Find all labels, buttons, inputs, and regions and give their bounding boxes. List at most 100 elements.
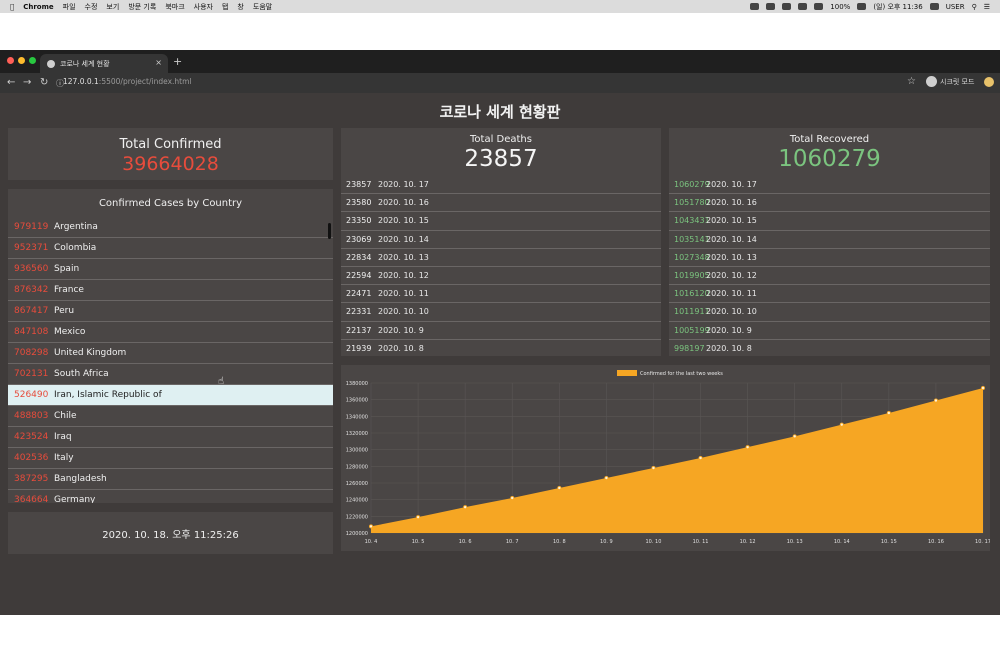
spotlight-icon[interactable]: ⚲ [972, 3, 977, 11]
volume-icon[interactable] [798, 3, 808, 10]
deaths-row-date: 2020. 10. 16 [378, 198, 429, 208]
recovered-row: 1011911 2020. 10. 10 [669, 303, 990, 322]
window-minimize-button[interactable] [18, 57, 25, 64]
menu-item-bookmarks[interactable]: 북마크 [165, 2, 184, 12]
data-point[interactable] [745, 445, 750, 450]
menu-clock[interactable]: (일) 오후 11:36 [873, 2, 922, 12]
y-tick-label: 1340000 [346, 414, 368, 420]
recovered-row-date: 2020. 10. 13 [706, 252, 757, 262]
apple-icon[interactable]:  [10, 3, 14, 11]
status-icon[interactable] [750, 3, 760, 10]
country-row[interactable]: 702131 South Africa [8, 364, 333, 385]
menu-item-edit[interactable]: 수정 [85, 2, 98, 12]
input-source-icon[interactable] [929, 3, 939, 10]
data-point[interactable] [604, 476, 609, 481]
country-row[interactable]: 488803 Chile [8, 406, 333, 427]
recovered-row-count: 1043431 [674, 216, 710, 226]
deaths-row-count: 23069 [346, 234, 372, 244]
menu-item-window[interactable]: 창 [237, 2, 243, 12]
mouse-cursor-icon: ☝ [218, 376, 225, 387]
y-tick-label: 1320000 [346, 431, 368, 437]
recovered-row-date: 2020. 10. 16 [706, 198, 757, 208]
reload-icon[interactable]: ↻ [40, 77, 48, 88]
total-recovered-panel: Total Recovered 1060279 1060279 2020. 10.… [669, 128, 990, 356]
address-bar[interactable]: 127.0.0.1:5500/project/index.html [63, 77, 191, 86]
deaths-row: 22137 2020. 10. 9 [341, 322, 661, 340]
x-tick-label: 10. 16 [928, 539, 944, 545]
data-point[interactable] [651, 466, 656, 471]
wifi-icon[interactable] [814, 3, 824, 10]
country-row[interactable]: 526490 Iran, Islamic Republic of [8, 385, 333, 406]
status-icon[interactable] [782, 3, 792, 10]
data-point[interactable] [933, 398, 938, 403]
deaths-row-count: 23857 [346, 180, 372, 190]
data-point[interactable] [981, 385, 986, 390]
menu-user[interactable]: USER [946, 3, 965, 11]
status-icon[interactable] [766, 3, 776, 10]
country-row[interactable]: 708298 United Kingdom [8, 343, 333, 364]
country-count: 488803 [14, 411, 49, 421]
data-point[interactable] [792, 434, 797, 439]
browser-tab[interactable]: 코로나 세계 현황 × [40, 54, 168, 73]
legend-label[interactable]: Confirmed for the last two weeks [640, 371, 723, 377]
menu-item-tab[interactable]: 탭 [222, 2, 228, 12]
tab-strip: 코로나 세계 현황 × + [0, 50, 1000, 73]
data-point[interactable] [886, 411, 891, 416]
total-confirmed-label: Total Confirmed [119, 137, 222, 152]
data-point[interactable] [698, 456, 703, 461]
scrollbar[interactable] [328, 223, 331, 239]
menu-app-name[interactable]: Chrome [23, 3, 53, 11]
country-row[interactable]: 979119 Argentina [8, 217, 333, 238]
menu-item-history[interactable]: 방문 기록 [128, 2, 156, 12]
deaths-row-count: 22471 [346, 289, 372, 299]
battery-icon[interactable] [857, 3, 867, 10]
menu-item-help[interactable]: 도움말 [253, 2, 272, 12]
country-row[interactable]: 847108 Mexico [8, 322, 333, 343]
data-point[interactable] [368, 524, 373, 529]
data-point[interactable] [416, 515, 421, 520]
globe-icon [47, 59, 55, 68]
window-close-button[interactable] [7, 57, 14, 64]
tab-close-icon[interactable]: × [155, 58, 162, 67]
country-count: 979119 [14, 222, 49, 232]
menu-item-profiles[interactable]: 사용자 [194, 2, 213, 12]
deaths-row-count: 21939 [346, 343, 372, 353]
new-tab-button[interactable]: + [173, 55, 182, 68]
back-arrow-icon[interactable]: ← [7, 77, 15, 88]
data-point[interactable] [510, 495, 515, 500]
country-name: Argentina [54, 222, 98, 232]
country-count: 876342 [14, 285, 49, 295]
country-name: Peru [54, 306, 75, 316]
country-count: 952371 [14, 243, 49, 253]
control-center-icon[interactable]: ☰ [984, 3, 990, 11]
legend-swatch[interactable] [617, 370, 637, 376]
window-zoom-button[interactable] [29, 57, 36, 64]
country-count: 526490 [14, 390, 49, 400]
deaths-row-date: 2020. 10. 12 [378, 271, 429, 281]
country-list[interactable]: 979119 Argentina 952371 Colombia 936560 Spain… [8, 217, 333, 503]
country-row[interactable]: 952371 Colombia [8, 238, 333, 259]
country-row[interactable]: 936560 Spain [8, 259, 333, 280]
deaths-row: 23580 2020. 10. 16 [341, 194, 661, 213]
deaths-row-count: 22331 [346, 307, 372, 317]
forward-arrow-icon[interactable]: → [23, 77, 31, 88]
profile-avatar[interactable] [984, 77, 994, 87]
incognito-indicator[interactable]: 시크릿 모드 [926, 76, 974, 87]
deaths-row-count: 22594 [346, 271, 372, 281]
country-row[interactable]: 364664 Germany [8, 490, 333, 503]
country-row[interactable]: 387295 Bangladesh [8, 469, 333, 490]
bookmark-star-icon[interactable]: ☆ [907, 76, 916, 87]
country-row[interactable]: 867417 Peru [8, 301, 333, 322]
y-tick-label: 1200000 [346, 531, 368, 537]
country-row[interactable]: 402536 Italy [8, 448, 333, 469]
url-host: 127.0.0.1 [63, 77, 99, 86]
data-point[interactable] [463, 505, 468, 510]
country-row[interactable]: 876342 France [8, 280, 333, 301]
data-point[interactable] [839, 422, 844, 427]
country-row[interactable]: 423524 Iraq [8, 427, 333, 448]
menu-item-view[interactable]: 보기 [106, 2, 119, 12]
x-tick-label: 10. 11 [693, 539, 709, 545]
recovered-list: 1060279 2020. 10. 17 1051780 2020. 10. 16 10… [669, 176, 990, 356]
data-point[interactable] [557, 486, 562, 491]
menu-item-file[interactable]: 파일 [63, 2, 76, 12]
